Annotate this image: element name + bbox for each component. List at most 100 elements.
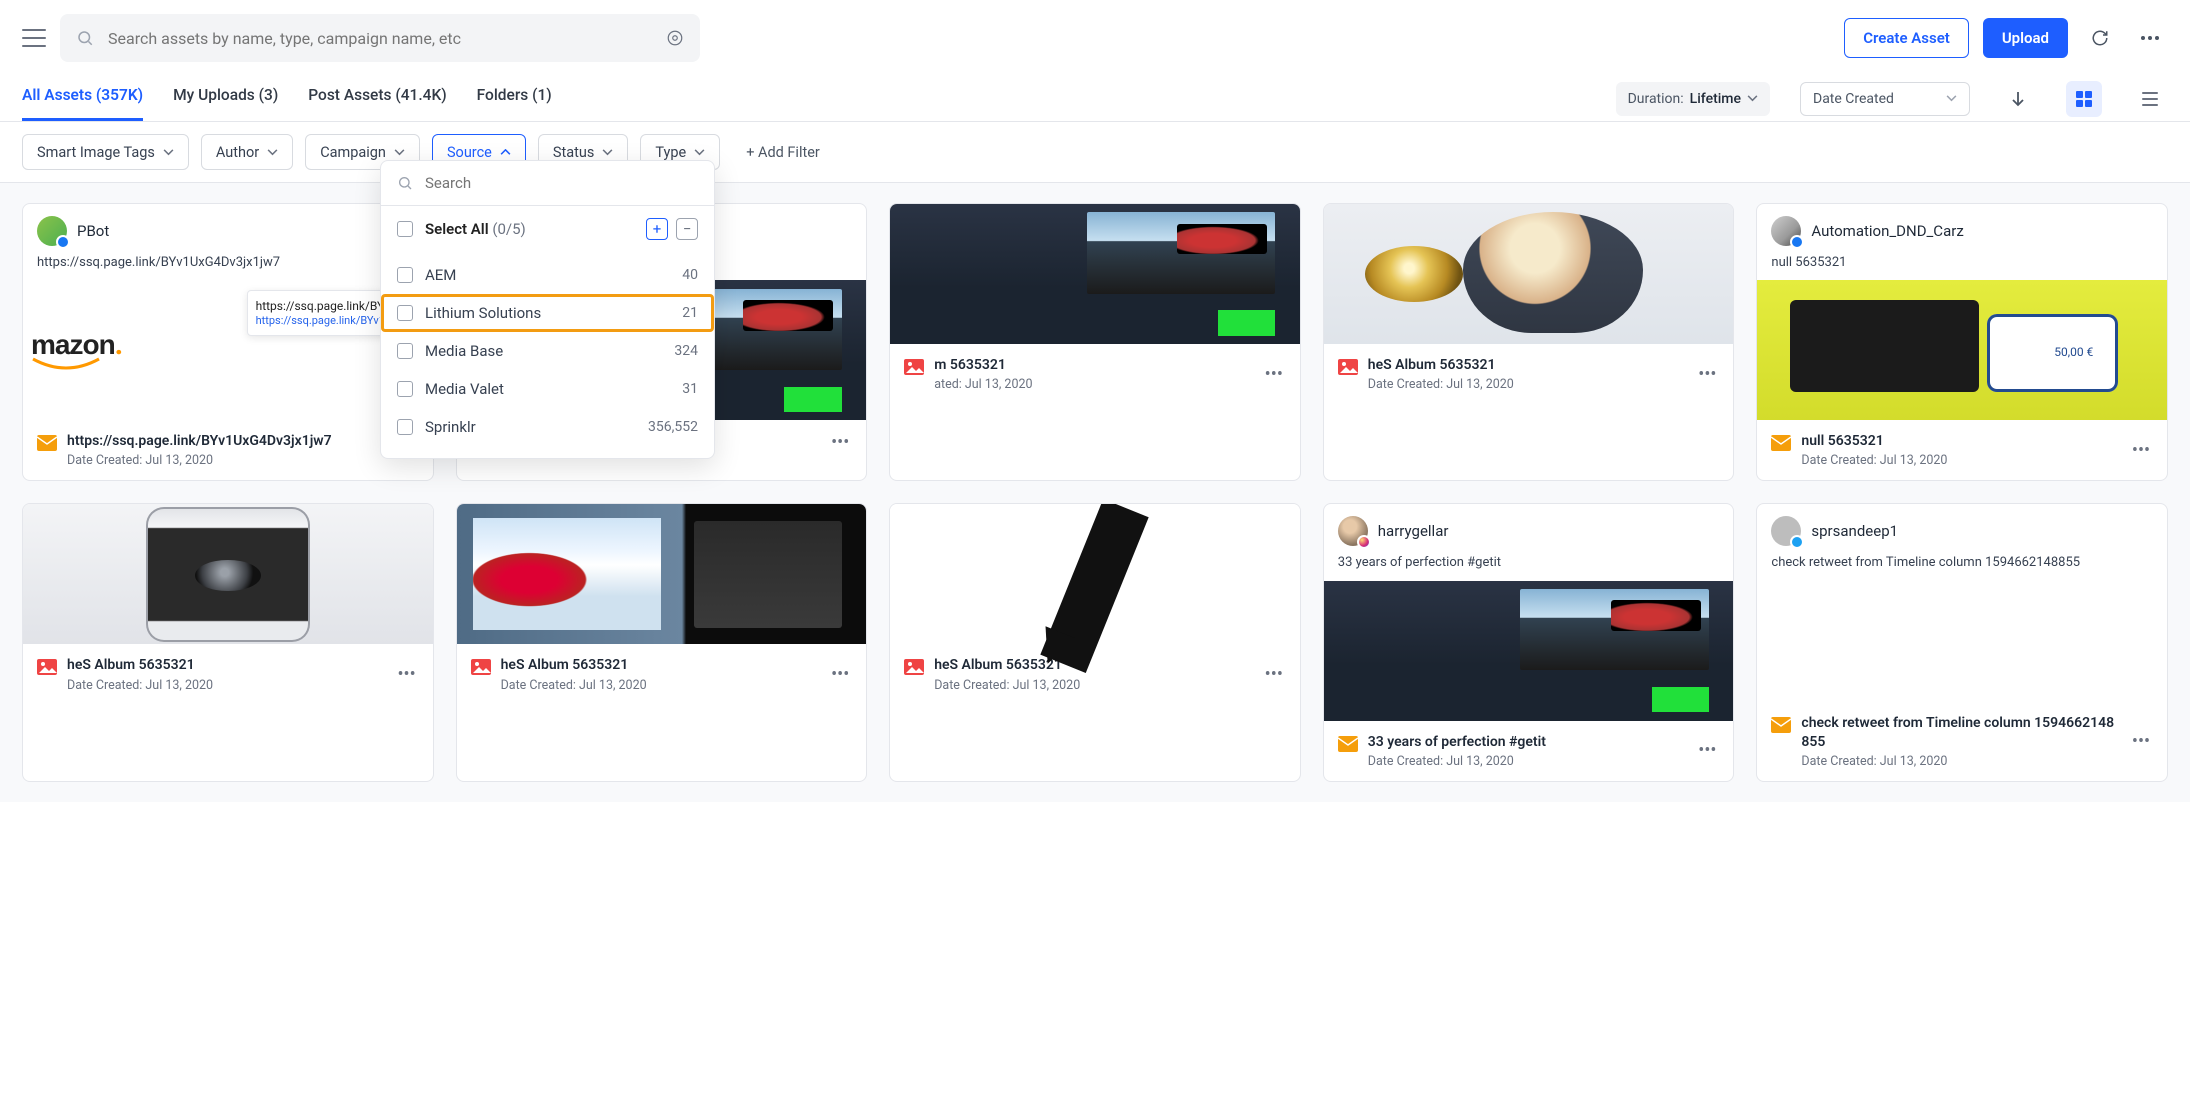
more-icon <box>2141 36 2159 40</box>
duration-value: Lifetime <box>1690 91 1741 107</box>
card-thumbnail <box>890 204 1300 344</box>
source-option-media-base[interactable]: Media Base324 <box>381 332 714 370</box>
checkbox[interactable] <box>397 419 413 435</box>
chevron-down-icon <box>163 149 174 156</box>
asset-card[interactable]: heS Album 5635321 Date Created: Jul 13, … <box>1323 203 1735 481</box>
asset-card[interactable]: harrygellar 33 years of perfection #getit… <box>1323 503 1735 781</box>
card-meta: Date Created: Jul 13, 2020 <box>1801 453 2119 468</box>
sort-selector[interactable]: Date Created <box>1800 82 1970 116</box>
card-meta: Date Created: Jul 13, 2020 <box>67 678 385 693</box>
refresh-icon <box>2091 29 2109 47</box>
checkbox[interactable] <box>397 305 413 321</box>
source-option-media-valet[interactable]: Media Valet 31 <box>381 370 714 408</box>
checkbox[interactable] <box>397 381 413 397</box>
asset-card[interactable]: sprsandeep1check retweet from Timeline c… <box>1756 503 2168 781</box>
duration-selector[interactable]: Duration: Lifetime <box>1616 82 1770 116</box>
sort-direction-button[interactable] <box>2000 81 2036 117</box>
checkbox[interactable] <box>397 343 413 359</box>
tab-0[interactable]: All Assets (357K) <box>22 76 143 121</box>
source-option-sprinklr[interactable]: Sprinklr 356,552 <box>381 408 714 446</box>
card-more-button[interactable]: ••• <box>1262 664 1286 685</box>
card-more-button[interactable]: ••• <box>2129 731 2153 752</box>
card-author: PBot <box>77 222 109 240</box>
asset-card[interactable]: heS Album 5635321 Date Created: Jul 13, … <box>889 503 1301 781</box>
fb-badge-icon <box>1790 235 1804 249</box>
select-all-checkbox[interactable] <box>397 221 413 237</box>
card-more-button[interactable]: ••• <box>828 664 852 685</box>
image-icon <box>904 659 924 675</box>
option-count: 324 <box>674 343 698 359</box>
create-asset-button[interactable]: Create Asset <box>1844 18 1969 58</box>
asset-card[interactable]: PBothttps://ssq.page.link/BYv1UxG4Dv3jx1… <box>22 203 434 481</box>
filter-chip-smart-image-tags[interactable]: Smart Image Tags <box>22 134 189 170</box>
refresh-button[interactable] <box>2082 20 2118 56</box>
card-meta: ated: Jul 13, 2020 <box>934 377 1252 392</box>
dropdown-search-input[interactable] <box>423 173 698 193</box>
chevron-up-icon <box>500 149 511 156</box>
mail-icon <box>37 435 57 451</box>
card-thumbnail <box>1324 204 1734 344</box>
expand-all-button[interactable]: + <box>646 218 668 240</box>
search-icon <box>397 175 413 191</box>
option-label: Media Valet <box>425 380 504 398</box>
card-more-button[interactable]: ••• <box>1262 364 1286 385</box>
card-author: harrygellar <box>1378 522 1449 540</box>
mail-icon <box>1338 736 1358 752</box>
option-count: 356,552 <box>648 419 698 435</box>
duration-prefix: Duration: <box>1628 91 1684 107</box>
chevron-down-icon <box>394 149 405 156</box>
image-icon <box>1338 359 1358 375</box>
card-subtitle: check retweet from Timeline column 15946… <box>1757 554 2167 580</box>
source-option-aem[interactable]: AEM40 <box>381 256 714 294</box>
asset-card[interactable]: heS Album 5635321 Date Created: Jul 13, … <box>22 503 434 781</box>
image-icon <box>904 359 924 375</box>
tab-1[interactable]: My Uploads (3) <box>173 76 278 121</box>
card-thumbnail: mazon. https://ssq.page.link/BYv1UxG4Dv3… <box>23 280 433 420</box>
option-label: Sprinklr <box>425 418 476 436</box>
search-box[interactable] <box>60 14 700 62</box>
grid-view-button[interactable] <box>2066 81 2102 117</box>
card-title: heS Album 5635321 <box>1368 356 1686 374</box>
card-thumbnail <box>23 504 433 644</box>
option-count: 31 <box>682 381 698 397</box>
filter-chip-author[interactable]: Author <box>201 134 293 170</box>
asset-card[interactable]: heS Album 5635321 Date Created: Jul 13, … <box>456 503 868 781</box>
option-count: 40 <box>682 267 698 283</box>
fb-badge-icon <box>56 235 70 249</box>
add-filter-button[interactable]: + Add Filter <box>732 134 834 170</box>
card-more-button[interactable]: ••• <box>828 432 852 453</box>
card-author: Automation_DND_Carz <box>1811 222 1963 240</box>
card-more-button[interactable]: ••• <box>2129 440 2153 461</box>
card-title: m 5635321 <box>934 356 1252 374</box>
search-input[interactable] <box>106 28 654 49</box>
asset-card[interactable]: m 5635321 ated: Jul 13, 2020 ••• <box>889 203 1301 481</box>
collapse-all-button[interactable]: − <box>676 218 698 240</box>
menu-button[interactable] <box>22 29 46 47</box>
tab-3[interactable]: Folders (1) <box>477 76 552 121</box>
settings-icon[interactable] <box>666 29 684 47</box>
card-thumbnail <box>457 504 867 644</box>
arrow-down-icon <box>2011 91 2025 107</box>
card-meta: Date Created: Jul 13, 2020 <box>1368 377 1686 392</box>
upload-button[interactable]: Upload <box>1983 18 2068 58</box>
card-thumbnail <box>1324 581 1734 721</box>
card-subtitle: 33 years of perfection #getit <box>1324 554 1734 580</box>
card-more-button[interactable]: ••• <box>1695 740 1719 761</box>
search-icon <box>76 29 94 47</box>
more-button[interactable] <box>2132 20 2168 56</box>
filter-label: Author <box>216 144 259 161</box>
card-title: heS Album 5635321 <box>501 656 819 674</box>
card-more-button[interactable]: ••• <box>395 664 419 685</box>
card-more-button[interactable]: ••• <box>1695 364 1719 385</box>
tw-badge-icon <box>1790 535 1804 549</box>
source-option-lithium-solutions[interactable]: Lithium Solutions21 <box>381 294 714 332</box>
filter-label: Source <box>447 144 492 161</box>
avatar <box>37 216 67 246</box>
card-title: heS Album 5635321 <box>934 656 1252 674</box>
tab-2[interactable]: Post Assets (41.4K) <box>308 76 446 121</box>
list-view-button[interactable] <box>2132 81 2168 117</box>
asset-card[interactable]: Automation_DND_Carznull 563532150,00 € n… <box>1756 203 2168 481</box>
list-icon <box>2142 92 2158 106</box>
grid-icon <box>2076 91 2092 107</box>
checkbox[interactable] <box>397 267 413 283</box>
